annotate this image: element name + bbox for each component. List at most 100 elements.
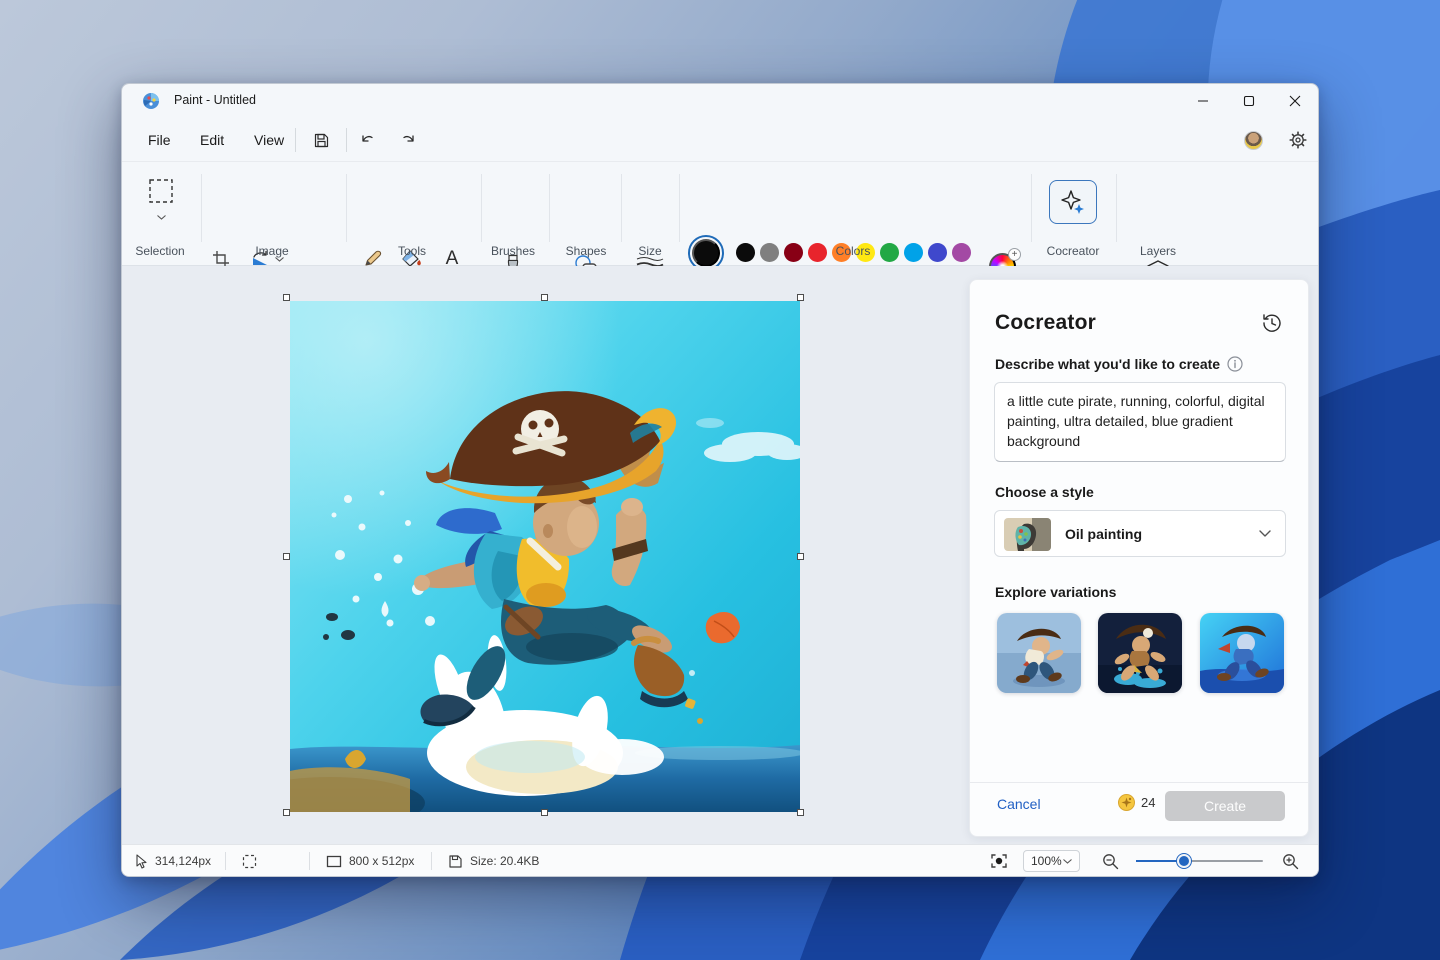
prompt-input[interactable]: a little cute pirate, running, colorful,… (994, 382, 1286, 462)
selection-rectangle-icon (148, 178, 174, 204)
describe-label: Describe what you'd like to create (995, 356, 1220, 372)
ribbon-divider (481, 174, 482, 242)
settings-button[interactable] (1282, 125, 1314, 155)
menubar-divider (346, 128, 347, 152)
save-button[interactable] (305, 125, 337, 155)
style-thumbnail (1004, 518, 1051, 551)
cocreator-panel-title: Cocreator (995, 311, 1096, 335)
paint-window: Paint - Untitled File Edit View (121, 83, 1319, 877)
selection-size-indicator (242, 845, 257, 877)
credits-coin-icon (1118, 794, 1135, 811)
cancel-button[interactable]: Cancel (997, 796, 1041, 812)
zoom-in-button[interactable] (1277, 849, 1303, 873)
info-icon[interactable] (1227, 356, 1243, 372)
selection-handle-top-left[interactable] (283, 294, 290, 301)
history-button[interactable] (1260, 312, 1284, 336)
zoom-slider-fill (1136, 860, 1183, 862)
user-avatar (1244, 131, 1263, 150)
fit-to-screen-icon (990, 853, 1008, 869)
group-label-colors: Colors (793, 244, 913, 258)
window-controls (1180, 84, 1318, 118)
menu-edit[interactable]: Edit (188, 125, 236, 155)
menu-view[interactable]: View (242, 125, 296, 155)
variation-thumbnail-3[interactable] (1200, 613, 1284, 693)
selection-dropdown-button[interactable] (151, 210, 171, 224)
maximize-icon (1243, 95, 1255, 107)
ribbon-divider (621, 174, 622, 242)
group-label-image: Image (212, 244, 332, 258)
history-icon (1261, 312, 1283, 334)
color-swatch[interactable] (928, 243, 947, 262)
window-title: Paint - Untitled (174, 93, 256, 107)
ribbon-divider (1031, 174, 1032, 242)
credits-indicator: 24 (1118, 794, 1155, 811)
variation-thumbnail-1[interactable] (997, 613, 1081, 693)
file-size-icon (448, 854, 463, 869)
fit-to-screen-button[interactable] (986, 849, 1012, 873)
minimize-icon (1197, 95, 1209, 107)
zoom-in-icon (1282, 853, 1299, 870)
titlebar[interactable]: Paint - Untitled (122, 84, 1318, 118)
canvas-size-icon (326, 855, 342, 868)
style-label: Choose a style (995, 484, 1094, 500)
canvas-size-indicator: 800 x 512px (326, 845, 414, 877)
maximize-button[interactable] (1226, 84, 1272, 118)
panel-divider (970, 782, 1308, 783)
selection-handle-bottom-left[interactable] (283, 809, 290, 816)
undo-icon (359, 132, 377, 148)
group-label-layers: Layers (1098, 244, 1218, 258)
desktop: Paint - Untitled File Edit View (0, 0, 1440, 960)
close-icon (1289, 95, 1301, 107)
chevron-down-icon (1259, 530, 1271, 537)
statusbar-divider (225, 852, 226, 870)
canvas-workspace: Cocreator Describe what you'd like to cr… (122, 266, 1318, 846)
ribbon-divider (346, 174, 347, 242)
create-button[interactable]: Create (1165, 791, 1285, 821)
zoom-out-icon (1102, 853, 1119, 870)
cocreator-sparkle-icon (1059, 188, 1087, 216)
account-button[interactable] (1237, 125, 1269, 155)
zoom-out-button[interactable] (1097, 849, 1123, 873)
color-swatch[interactable] (952, 243, 971, 262)
chevron-down-icon (157, 215, 166, 220)
paint-app-icon (142, 92, 160, 110)
color-swatch[interactable] (736, 243, 755, 262)
zoom-slider[interactable] (1136, 860, 1263, 862)
zoom-level-dropdown[interactable]: 100% (1023, 850, 1080, 872)
menubar-divider (295, 128, 296, 152)
selection-handle-middle-right[interactable] (797, 553, 804, 560)
undo-button[interactable] (352, 125, 384, 155)
selection-handle-middle-left[interactable] (283, 553, 290, 560)
file-size-indicator: Size: 20.4KB (448, 845, 539, 877)
selection-handle-top-middle[interactable] (541, 294, 548, 301)
foreground-color-well[interactable] (692, 239, 720, 267)
menu-file[interactable]: File (136, 125, 183, 155)
zoom-slider-thumb[interactable] (1177, 854, 1191, 868)
style-dropdown[interactable]: Oil painting (994, 510, 1286, 557)
redo-button[interactable] (392, 125, 424, 155)
statusbar: 314,124px 800 x 512px (122, 844, 1318, 876)
variations-label: Explore variations (995, 584, 1116, 600)
drawing-canvas[interactable] (290, 301, 800, 812)
statusbar-divider (431, 852, 432, 870)
style-value: Oil painting (1065, 526, 1142, 542)
color-swatch[interactable] (760, 243, 779, 262)
statusbar-divider (309, 852, 310, 870)
cursor-position-value: 314,124px (155, 854, 211, 868)
selection-handle-bottom-middle[interactable] (541, 809, 548, 816)
cocreator-button[interactable] (1049, 180, 1097, 224)
credits-count: 24 (1141, 795, 1155, 810)
save-icon (313, 132, 330, 149)
ribbon: Selection (122, 161, 1318, 266)
minimize-button[interactable] (1180, 84, 1226, 118)
ribbon-divider (679, 174, 680, 242)
cocreator-panel: Cocreator Describe what you'd like to cr… (969, 279, 1309, 837)
zoom-level-value: 100% (1031, 854, 1062, 868)
selection-handle-top-right[interactable] (797, 294, 804, 301)
close-button[interactable] (1272, 84, 1318, 118)
variation-thumbnail-2[interactable] (1098, 613, 1182, 693)
selection-handle-bottom-right[interactable] (797, 809, 804, 816)
selection-tool-button[interactable] (144, 174, 178, 208)
cursor-icon (135, 854, 148, 869)
selection-size-icon (242, 854, 257, 869)
